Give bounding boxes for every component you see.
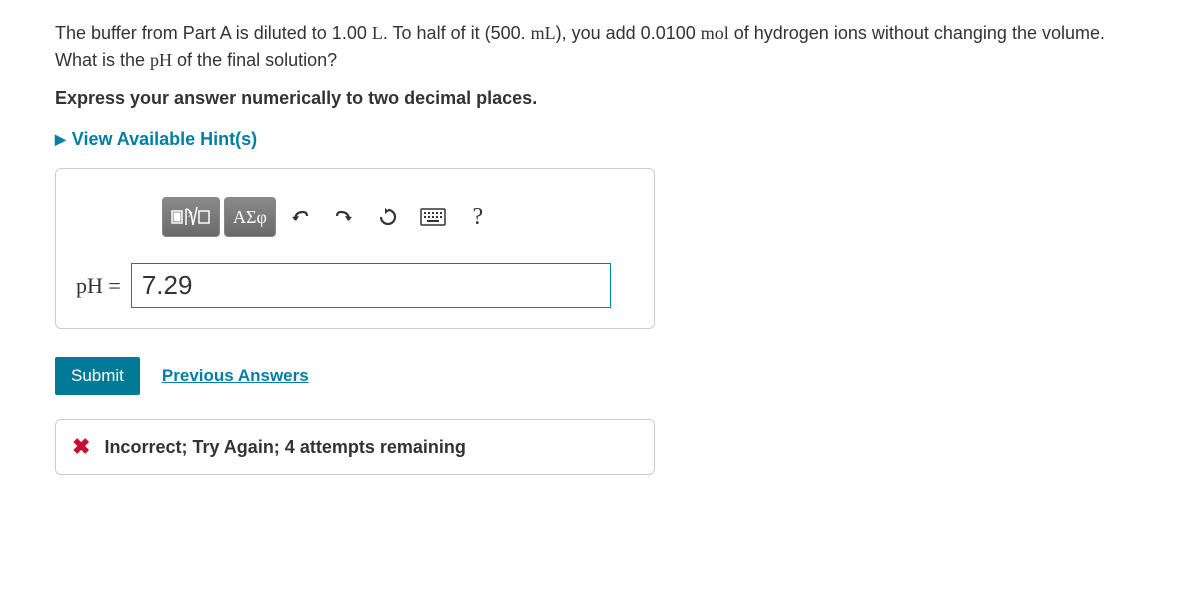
feedback-text: Incorrect; Try Again; 4 attempts remaini… bbox=[104, 437, 465, 458]
question-text: The buffer from Part A is diluted to 1.0… bbox=[55, 20, 1145, 74]
answer-input[interactable] bbox=[131, 263, 611, 308]
actions-row: Submit Previous Answers bbox=[55, 357, 1145, 395]
triangle-right-icon: ▶ bbox=[55, 131, 66, 148]
feedback-box: ✖ Incorrect; Try Again; 4 attempts remai… bbox=[55, 419, 655, 475]
reset-button[interactable] bbox=[368, 197, 408, 237]
greek-symbols-button[interactable]: ΑΣφ bbox=[224, 197, 276, 237]
view-hints-toggle[interactable]: ▶ View Available Hint(s) bbox=[55, 129, 1145, 150]
hints-label: View Available Hint(s) bbox=[72, 129, 257, 150]
answer-label: pH = bbox=[76, 273, 121, 299]
instruction-text: Express your answer numerically to two d… bbox=[55, 88, 1145, 109]
submit-button[interactable]: Submit bbox=[55, 357, 140, 395]
answer-row: pH = bbox=[76, 263, 634, 308]
help-button[interactable]: ? bbox=[458, 197, 498, 237]
redo-button[interactable] bbox=[324, 197, 364, 237]
answer-box: x ΑΣφ bbox=[55, 168, 655, 329]
keyboard-button[interactable] bbox=[412, 197, 454, 237]
math-toolbar: x ΑΣφ bbox=[162, 197, 634, 237]
templates-button[interactable]: x bbox=[162, 197, 220, 237]
previous-answers-link[interactable]: Previous Answers bbox=[162, 366, 309, 386]
undo-button[interactable] bbox=[280, 197, 320, 237]
incorrect-icon: ✖ bbox=[72, 434, 90, 460]
